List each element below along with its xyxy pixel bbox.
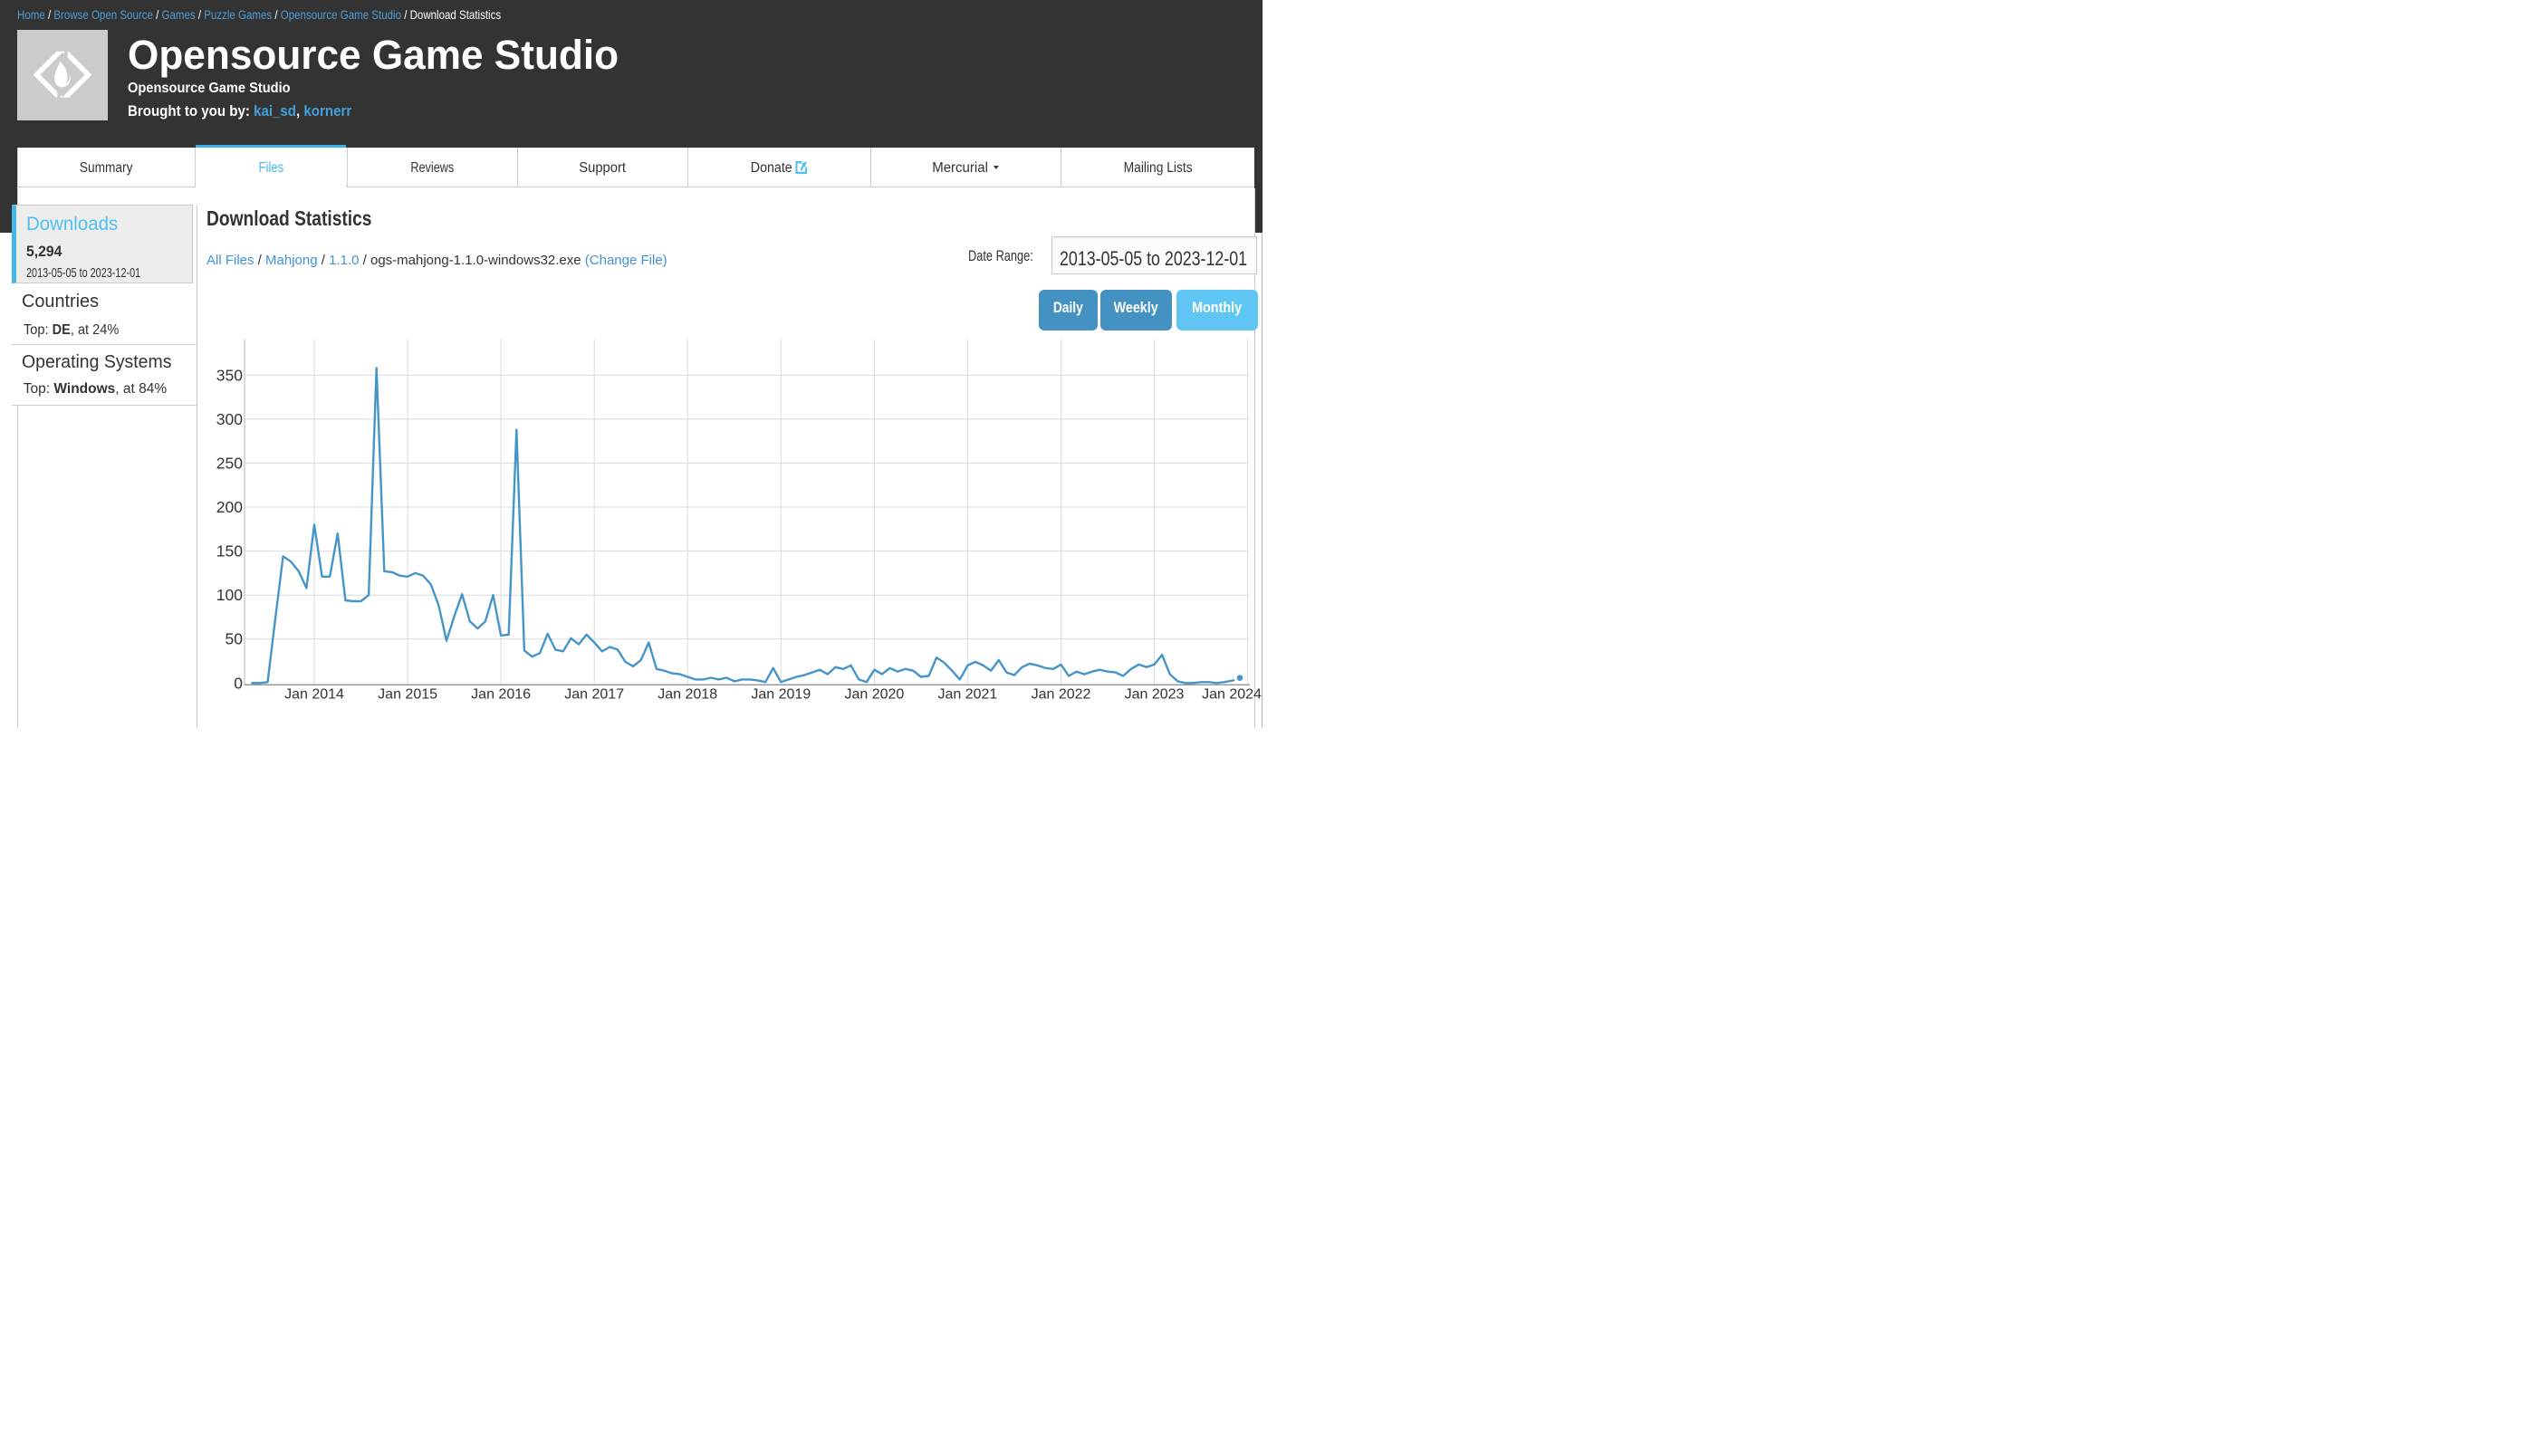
svg-text:Jan 2014: Jan 2014 xyxy=(284,687,344,703)
svg-text:350: 350 xyxy=(216,366,243,384)
svg-text:100: 100 xyxy=(216,586,243,604)
svg-text:150: 150 xyxy=(216,542,243,560)
svg-text:Jan 2016: Jan 2016 xyxy=(471,687,531,703)
svg-text:Jan 2019: Jan 2019 xyxy=(751,687,811,703)
svg-text:50: 50 xyxy=(226,630,244,648)
svg-text:300: 300 xyxy=(216,410,243,428)
svg-text:Jan 2024: Jan 2024 xyxy=(1202,687,1262,703)
svg-text:250: 250 xyxy=(216,454,243,472)
svg-text:Jan 2015: Jan 2015 xyxy=(378,687,437,703)
svg-text:Jan 2018: Jan 2018 xyxy=(658,687,717,703)
svg-text:Jan 2023: Jan 2023 xyxy=(1125,687,1185,703)
svg-text:Jan 2020: Jan 2020 xyxy=(844,687,904,703)
svg-text:200: 200 xyxy=(216,498,243,516)
svg-text:Jan 2017: Jan 2017 xyxy=(564,687,624,703)
svg-text:Jan 2021: Jan 2021 xyxy=(937,687,997,703)
svg-text:0: 0 xyxy=(234,674,243,692)
svg-text:Jan 2022: Jan 2022 xyxy=(1032,687,1091,703)
